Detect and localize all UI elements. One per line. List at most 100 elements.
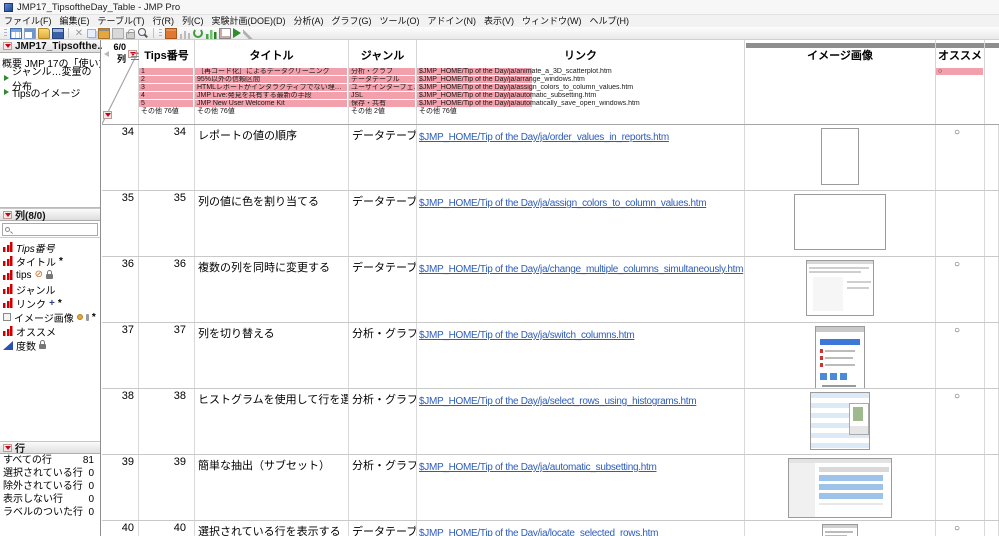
rows-red-triangle-button[interactable] <box>3 443 12 452</box>
cell-genre[interactable]: データテーブル <box>349 191 417 256</box>
toolbar-grip[interactable] <box>4 28 7 38</box>
column-item-recommend[interactable]: オススメ <box>0 324 100 339</box>
column-header-title[interactable]: タイトル ［再コード化］によるデータクリーニング 95%以外の信頼区間 HTML… <box>195 40 349 124</box>
tip-link[interactable]: $JMP_HOME/Tip of the Day/ja/change_multi… <box>419 264 743 275</box>
cell-title[interactable]: ヒストグラムを使用して行を選択する <box>195 389 349 454</box>
table-row[interactable]: 36 36 複数の列を同時に変更する データテーブル $JMP_HOME/Tip… <box>102 257 999 323</box>
header-preview-value[interactable] <box>936 100 983 107</box>
table-red-triangle-button[interactable] <box>3 42 12 50</box>
table-tools-icon[interactable] <box>165 27 177 39</box>
tip-link[interactable]: $JMP_HOME/Tip of the Day/ja/select_rows_… <box>419 396 697 407</box>
cell-genre[interactable]: データテーブル <box>349 125 417 190</box>
header-preview-value[interactable]: 分析・グラフ <box>349 68 415 75</box>
tip-link[interactable]: $JMP_HOME/Tip of the Day/ja/assign_color… <box>419 198 707 209</box>
column-search-input[interactable] <box>2 223 98 236</box>
columns-red-triangle-button[interactable] <box>3 210 12 219</box>
column-header-link[interactable]: リンク $JMP_HOME/Tip of the Day/ja/animate_… <box>417 40 745 124</box>
row-number[interactable]: 38 <box>102 389 139 454</box>
column-header-label[interactable]: オススメ <box>936 40 984 68</box>
cell-genre[interactable]: データテーブル <box>349 521 417 536</box>
refresh-icon[interactable] <box>193 28 203 38</box>
save-icon[interactable] <box>52 27 64 39</box>
cell-link[interactable]: $JMP_HOME/Tip of the Day/ja/locate_selec… <box>417 521 745 536</box>
layout-icon[interactable] <box>219 27 231 39</box>
run-script-icon[interactable] <box>4 75 9 81</box>
table-row[interactable]: 40 40 選択されている行を表示する データテーブル $JMP_HOME/Ti… <box>102 521 999 536</box>
menu-rows[interactable]: 行(R) <box>148 15 178 27</box>
column-item-title[interactable]: タイトル * <box>0 254 100 269</box>
tip-link[interactable]: $JMP_HOME/Tip of the Day/ja/automatic_su… <box>419 462 657 473</box>
cell-tips-number[interactable]: 39 <box>139 455 195 520</box>
cell-recommend[interactable]: ○ <box>936 389 985 454</box>
column-header-label[interactable]: Tips番号 <box>139 40 194 68</box>
header-preview-value[interactable]: ［再コード化］によるデータクリーニング <box>195 68 347 75</box>
open-icon[interactable] <box>38 27 50 39</box>
cell-link[interactable]: $JMP_HOME/Tip of the Day/ja/automatic_su… <box>417 455 745 520</box>
cell-recommend[interactable]: ○ <box>936 125 985 190</box>
cell-title[interactable]: 列を切り替える <box>195 323 349 388</box>
header-preview-others[interactable]: その他 76値 <box>139 108 194 116</box>
cell-tips-number[interactable]: 35 <box>139 191 195 256</box>
graph-builder-icon[interactable] <box>205 27 217 39</box>
list-view-icon[interactable] <box>131 53 139 60</box>
cell-genre[interactable]: 分析・グラフ <box>349 323 417 388</box>
tip-link[interactable]: $JMP_HOME/Tip of the Day/ja/switch_colum… <box>419 330 635 341</box>
cell-recommend[interactable] <box>936 191 985 256</box>
header-preview-others[interactable]: その他 76値 <box>195 108 348 116</box>
menu-view[interactable]: 表示(V) <box>480 15 518 27</box>
run-script-icon[interactable] <box>4 89 9 95</box>
cell-title[interactable]: レポートの値の順序 <box>195 125 349 190</box>
menu-cols[interactable]: 列(C) <box>178 15 208 27</box>
cell-tips-number[interactable]: 37 <box>139 323 195 388</box>
cell-recommend[interactable]: ○ <box>936 323 985 388</box>
cell-link[interactable]: $JMP_HOME/Tip of the Day/ja/switch_colum… <box>417 323 745 388</box>
table-row[interactable]: 35 35 列の値に色を割り当てる データテーブル $JMP_HOME/Tip … <box>102 191 999 257</box>
row-number[interactable]: 34 <box>102 125 139 190</box>
cell-recommend[interactable]: ○ <box>936 257 985 322</box>
header-preview-value[interactable] <box>936 76 983 83</box>
cell-image[interactable] <box>745 323 936 388</box>
menu-help[interactable]: ヘルプ(H) <box>585 15 633 27</box>
cell-title[interactable]: 簡単な抽出（サブセット） <box>195 455 349 520</box>
cut-icon[interactable]: ✕ <box>73 28 85 39</box>
header-preview-value[interactable]: 1 <box>139 68 193 75</box>
header-preview-value[interactable]: $JMP_HOME/Tip of the Day/ja/arrange_wind… <box>417 76 743 83</box>
column-header-image[interactable]: イメージ画像 <box>745 40 936 124</box>
cell-link[interactable]: $JMP_HOME/Tip of the Day/ja/select_rows_… <box>417 389 745 454</box>
header-preview-value[interactable]: ユーザインターフェ… <box>349 84 415 91</box>
cell-tips-number[interactable]: 36 <box>139 257 195 322</box>
cell-genre[interactable]: 分析・グラフ <box>349 389 417 454</box>
row-number[interactable]: 36 <box>102 257 139 322</box>
header-preview-value[interactable]: JMP New User Welcome Kit <box>195 100 347 107</box>
header-preview-value[interactable]: JMP Live:発見を共有する最新の手段 <box>195 92 347 99</box>
zoom-icon[interactable] <box>137 27 149 39</box>
column-item-image[interactable]: イメージ画像 * <box>0 310 100 325</box>
header-preview-value[interactable] <box>936 92 983 99</box>
cell-recommend[interactable]: ○ <box>936 521 985 536</box>
column-header-label[interactable]: ジャンル <box>349 40 416 68</box>
header-preview-value[interactable]: $JMP_HOME/Tip of the Day/ja/animate_a_3D… <box>417 68 743 75</box>
header-preview-value[interactable]: データテーブル <box>349 76 415 83</box>
column-header-recommend[interactable]: オススメ ○ <box>936 40 985 124</box>
table-row[interactable]: 38 38 ヒストグラムを使用して行を選択する 分析・グラフ $JMP_HOME… <box>102 389 999 455</box>
header-preview-value[interactable]: $JMP_HOME/Tip of the Day/ja/assign_color… <box>417 84 743 91</box>
cell-genre[interactable]: データテーブル <box>349 257 417 322</box>
header-preview-others[interactable]: その他 2値 <box>349 108 416 116</box>
column-header-tips-number[interactable]: Tips番号 1 2 3 4 5 その他 76値 <box>139 40 195 124</box>
table-script-item[interactable]: Tipsのイメージ <box>0 85 100 100</box>
table-row[interactable]: 34 34 レポートの値の順序 データテーブル $JMP_HOME/Tip of… <box>102 125 999 191</box>
cell-link[interactable]: $JMP_HOME/Tip of the Day/ja/assign_color… <box>417 191 745 256</box>
column-header-label[interactable]: リンク <box>417 40 744 68</box>
cell-link[interactable]: $JMP_HOME/Tip of the Day/ja/change_multi… <box>417 257 745 322</box>
table-row[interactable]: 39 39 簡単な抽出（サブセット） 分析・グラフ $JMP_HOME/Tip … <box>102 455 999 521</box>
table-row[interactable]: 37 37 列を切り替える 分析・グラフ $JMP_HOME/Tip of th… <box>102 323 999 389</box>
menu-file[interactable]: ファイル(F) <box>0 15 56 27</box>
cell-tips-number[interactable]: 40 <box>139 521 195 536</box>
menu-edit[interactable]: 編集(E) <box>56 15 94 27</box>
run-script-icon[interactable] <box>233 28 241 38</box>
menu-analyze[interactable]: 分析(A) <box>289 15 327 27</box>
menu-window[interactable]: ウィンドウ(W) <box>518 15 586 27</box>
menu-graph[interactable]: グラフ(G) <box>327 15 375 27</box>
header-preview-value[interactable]: 3 <box>139 84 193 91</box>
toolbar-grip[interactable] <box>159 28 162 38</box>
